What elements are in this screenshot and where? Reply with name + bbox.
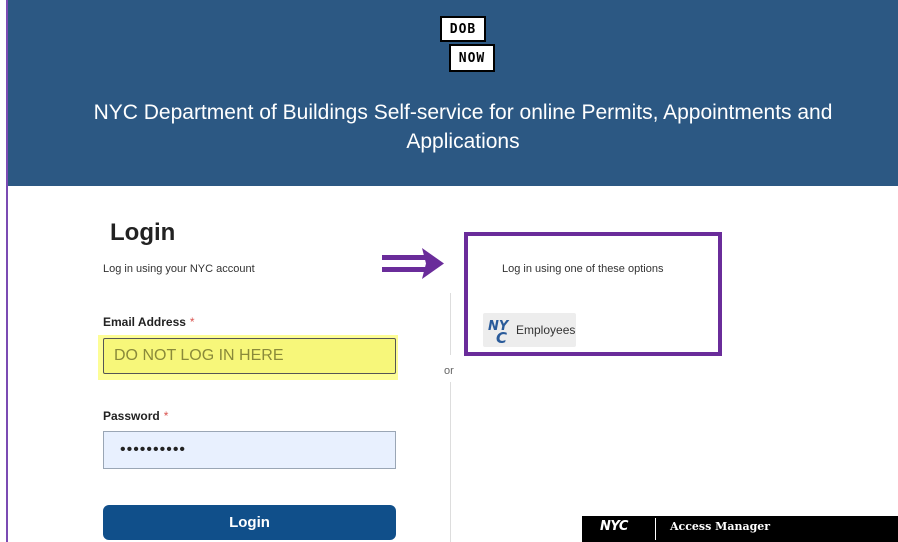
- dob-now-logo[interactable]: DOB NOW: [440, 16, 496, 74]
- nyc-logo-icon: NY C: [488, 319, 510, 344]
- login-heading: Login: [110, 219, 176, 246]
- divider-or-text: or: [444, 365, 454, 377]
- site-header: DOB NOW NYC Department of Buildings Self…: [8, 0, 898, 186]
- email-label-text: Email Address: [103, 315, 186, 329]
- nyc-employees-login-button[interactable]: NY C Employees: [483, 313, 576, 347]
- annotation-arrow-icon: [382, 248, 444, 279]
- password-label-text: Password: [103, 409, 160, 423]
- password-label: Password *: [103, 409, 168, 423]
- divider-line-bottom: [450, 382, 451, 542]
- email-input[interactable]: [103, 338, 396, 374]
- logo-bottom-text: NOW: [449, 44, 495, 72]
- password-required-mark: *: [163, 409, 169, 423]
- login-button[interactable]: Login: [103, 505, 396, 540]
- access-manager-bar: NYC Access Manager: [582, 516, 898, 542]
- page-title: NYC Department of Buildings Self-service…: [93, 101, 833, 153]
- access-manager-label: Access Manager: [670, 520, 771, 533]
- nyc-brand: NYC: [600, 519, 628, 534]
- svg-text:C: C: [496, 329, 507, 344]
- options-text: Log in using one of these options: [502, 263, 664, 275]
- employees-label: Employees: [516, 323, 576, 337]
- email-label: Email Address *: [103, 315, 195, 329]
- logo-top-text: DOB: [440, 16, 486, 42]
- login-subtitle: Log in using your NYC account: [103, 263, 255, 275]
- email-required-mark: *: [189, 315, 195, 329]
- access-bar-separator: [655, 518, 656, 540]
- password-input[interactable]: ••••••••••: [103, 431, 396, 469]
- divider-line-top: [450, 293, 451, 355]
